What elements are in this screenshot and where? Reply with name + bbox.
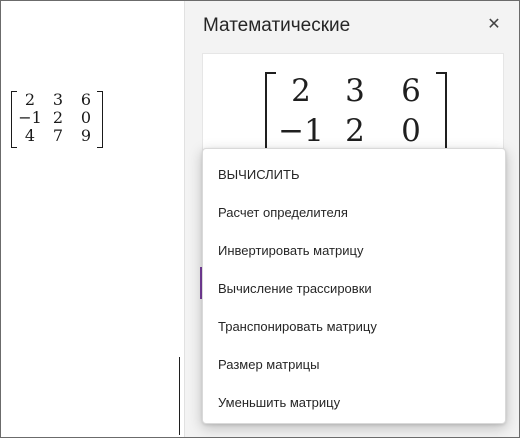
text-cursor xyxy=(179,357,180,435)
matrix-cell: 6 xyxy=(80,90,92,109)
matrix-cell: −1 xyxy=(18,108,42,127)
matrix-cell: 4 xyxy=(24,126,36,145)
close-icon[interactable]: ✕ xyxy=(483,13,505,35)
menu-item-invert[interactable]: Инвертировать матрицу xyxy=(203,231,505,269)
matrix-cell: 6 xyxy=(401,73,421,109)
matrix-cell: 3 xyxy=(345,73,365,109)
matrix-cell: 0 xyxy=(80,108,92,127)
document-matrix[interactable]: 2 3 6 −1 2 0 4 7 9 xyxy=(11,90,103,148)
matrix-cell: 7 xyxy=(52,126,64,145)
menu-item-determinant[interactable]: Расчет определителя xyxy=(203,193,505,231)
matrix-cell: 3 xyxy=(52,90,64,109)
matrix-cell: −1 xyxy=(278,113,324,149)
matrix-cell: 2 xyxy=(24,90,36,109)
menu-item-transpose[interactable]: Транспонировать матрицу xyxy=(203,307,505,345)
matrix-cell: 9 xyxy=(80,126,92,145)
window-frame: 2 3 6 −1 2 0 4 7 9 Математические ✕ 2 3 … xyxy=(0,0,520,438)
matrix-cell: 2 xyxy=(345,113,365,149)
pane-title: Математические xyxy=(203,15,351,36)
operations-dropdown: ВЫЧИСЛИТЬ Расчет определителя Инвертиров… xyxy=(202,148,506,424)
menu-item-dimension[interactable]: Размер матрицы xyxy=(203,345,505,383)
menu-header-calculate: ВЫЧИСЛИТЬ xyxy=(218,166,300,182)
matrix-cell: 2 xyxy=(291,73,311,109)
menu-item-reduce[interactable]: Уменьшить матрицу xyxy=(203,383,505,421)
document-area[interactable]: 2 3 6 −1 2 0 4 7 9 xyxy=(1,1,184,437)
matrix-cell: 0 xyxy=(401,113,421,149)
matrix-cell: 2 xyxy=(52,108,64,127)
menu-item-trace[interactable]: Вычисление трассировки xyxy=(203,269,505,307)
